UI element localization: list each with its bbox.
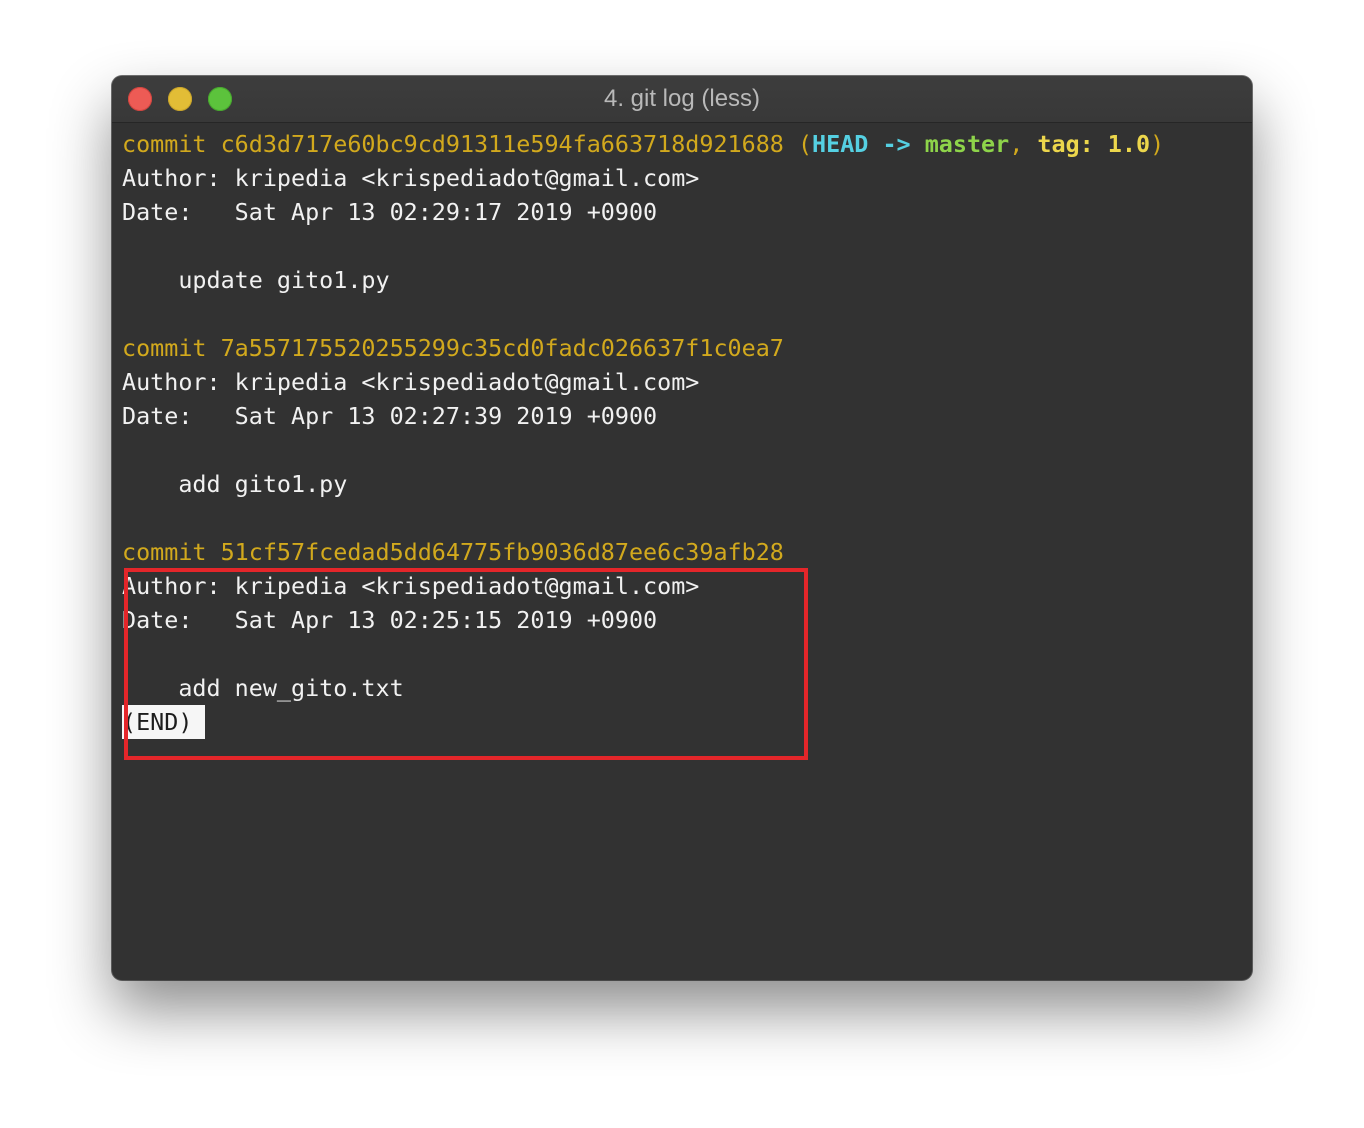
window-title: 4. git log (less) (603, 85, 761, 112)
refs-open: ( (783, 130, 813, 158)
commit-line: commit c6d3d717e60bc9cd91311e594fa663718… (122, 127, 1242, 161)
author-line: Author: kripedia <krispediadot@gmail.com… (122, 368, 700, 396)
tag-ref: tag: 1.0 (1037, 130, 1151, 158)
branch-ref: master (924, 130, 1010, 158)
commit-line: commit 7a557175520255299c35cd0fadc026637… (122, 334, 784, 362)
date-line: Date: Sat Apr 13 02:27:39 2019 +0900 (122, 402, 658, 430)
pager-end-line: (END) (122, 705, 1242, 739)
date-line: Date: Sat Apr 13 02:29:17 2019 +0900 (122, 198, 658, 226)
commit-message: add gito1.py (122, 470, 348, 498)
commit-message: update gito1.py (122, 266, 390, 294)
refs-close: ) (1150, 130, 1165, 158)
author-line: Author: kripedia <krispediadot@gmail.com… (122, 164, 700, 192)
refs-separator: , (1009, 130, 1038, 158)
terminal-output[interactable]: commit c6d3d717e60bc9cd91311e594fa663718… (122, 127, 1242, 760)
commit-hash: commit c6d3d717e60bc9cd91311e594fa663718… (122, 130, 784, 158)
pager-end-marker: (END) (122, 705, 206, 739)
terminal-window: 4. git log (less) commit c6d3d717e60bc9c… (112, 76, 1252, 980)
date-line: Date: Sat Apr 13 02:25:15 2019 +0900 (122, 606, 658, 634)
commit-message: add new_gito.txt (122, 674, 404, 702)
commit-line: commit 51cf57fcedad5dd64775fb9036d87ee6c… (122, 538, 784, 566)
title-bar: 4. git log (less) (112, 76, 1252, 123)
head-ref: HEAD -> (812, 130, 925, 158)
author-line: Author: kripedia <krispediadot@gmail.com… (122, 572, 700, 600)
